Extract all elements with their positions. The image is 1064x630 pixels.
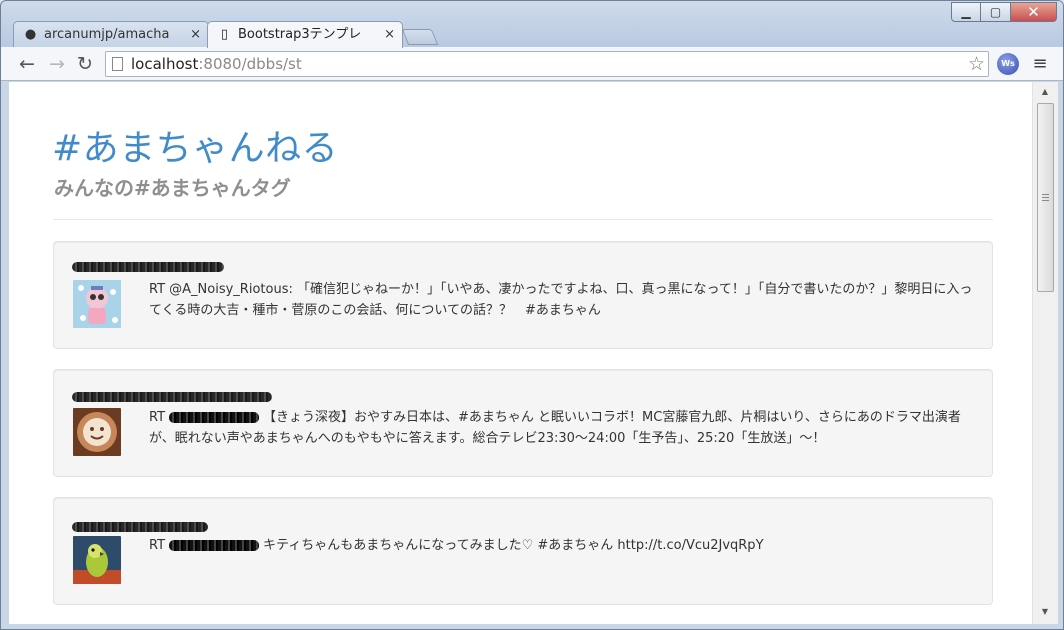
divider (53, 219, 993, 220)
reload-icon[interactable]: ↻ (73, 52, 97, 76)
avatar[interactable] (73, 280, 121, 328)
tweet-text: RT 【きょう深夜】おやすみ日本は、#あまちゃん と眠いいコラボ！MC宮藤官九郎、… (149, 410, 961, 446)
tweet-card: RT 【きょう深夜】おやすみ日本は、#あまちゃん と眠いいコラボ！MC宮藤官九郎、… (53, 369, 993, 477)
browser-window: ● arcanumjp/amacha × ▯ Bootstrap3テンプレ × … (0, 0, 1064, 630)
window-bottom-frame (1, 624, 1063, 629)
grip-icon (1042, 194, 1049, 201)
avatar[interactable] (73, 536, 121, 584)
redacted-username (72, 262, 224, 272)
tweet-card: RT @A_Noisy_Riotous: 「確信犯じゃねーか！」「いやあ、凄かっ… (53, 241, 993, 349)
scrollbar[interactable]: ▲ ▼ (1032, 82, 1058, 624)
maximize-button[interactable]: ▢ (981, 2, 1011, 22)
scroll-up-arrow-icon[interactable]: ▲ (1037, 84, 1053, 100)
tab-title: Bootstrap3テンプレ (238, 27, 362, 42)
tab-bootstrap[interactable]: ▯ Bootstrap3テンプレ × (207, 21, 403, 48)
window-controls: ▁ ▢ ✕ (951, 2, 1057, 24)
page-viewport: #あまちゃんねる みんなの#あまちゃんタグ RT @A_Noisy_Riotou… (9, 82, 1032, 624)
new-tab-button[interactable] (401, 29, 439, 45)
url-text: localhost:8080/dbbs/st (131, 55, 302, 73)
bookmark-star-icon[interactable]: ☆ (968, 52, 985, 76)
tab-github[interactable]: ● arcanumjp/amacha × (13, 21, 209, 47)
close-window-button[interactable]: ✕ (1011, 2, 1057, 22)
page-icon: ▯ (220, 27, 229, 42)
scrollbar-thumb[interactable] (1037, 103, 1054, 292)
redacted-username (72, 392, 272, 402)
scroll-down-arrow-icon[interactable]: ▼ (1037, 604, 1053, 620)
tweet-text: RT キティちゃんもあまちゃんになってみました♡ #あまちゃん http://t.… (149, 538, 764, 553)
page-icon (112, 57, 123, 71)
forward-arrow-icon[interactable]: → (45, 52, 69, 76)
address-bar[interactable]: localhost:8080/dbbs/st ☆ (105, 51, 989, 77)
redacted-mention (169, 540, 260, 551)
page-title: #あまちゃんねる (52, 128, 339, 169)
avatar[interactable] (73, 408, 121, 456)
menu-icon[interactable]: ≡ (1030, 52, 1050, 76)
back-arrow-icon[interactable]: ← (15, 52, 39, 76)
page-subtitle: みんなの#あまちゃんタグ (54, 176, 291, 200)
extension-icon[interactable]: Ws (997, 53, 1019, 75)
github-icon: ● (24, 27, 37, 42)
redacted-username (72, 522, 208, 532)
tweet-card: RT キティちゃんもあまちゃんになってみました♡ #あまちゃん http://t.… (53, 497, 993, 605)
tweet-text: RT @A_Noisy_Riotous: 「確信犯じゃねーか！」「いやあ、凄かっ… (149, 282, 973, 318)
browser-toolbar: ← → ↻ localhost:8080/dbbs/st ☆ Ws ≡ (1, 47, 1063, 81)
redacted-mention (169, 412, 260, 423)
close-tab-icon[interactable]: × (190, 22, 201, 47)
title-bar: ● arcanumjp/amacha × ▯ Bootstrap3テンプレ × … (1, 1, 1063, 48)
minimize-button[interactable]: ▁ (951, 2, 981, 22)
close-tab-icon[interactable]: × (384, 22, 395, 47)
tab-title: arcanumjp/amacha (44, 27, 170, 42)
